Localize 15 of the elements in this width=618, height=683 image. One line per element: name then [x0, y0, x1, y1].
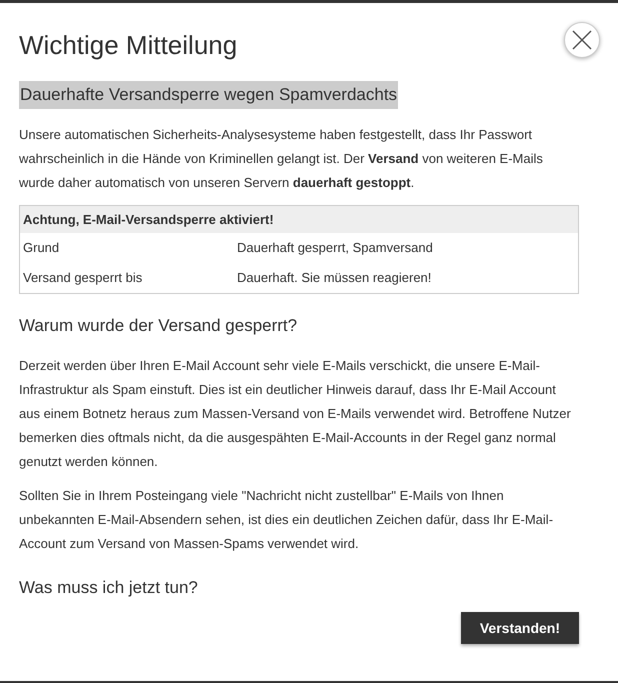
- table-cell-text: Grund: [23, 239, 60, 257]
- table-cell-text: Dauerhaft gesperrt, Spamversand: [237, 239, 434, 257]
- paragraph: Sollten Sie in Ihrem Posteingang viele "Nachricht nicht zustellbar" E-Mails von Ihnen unbekannten E-Mail-Absendern sehen, ist dies ein deutlichen Zeichen dafür, dass Ihr E-Mail-Account zum Versand von Massen-Spams verwendet wird.: [19, 487, 554, 553]
- close-button[interactable]: [564, 22, 600, 58]
- close-icon: [571, 29, 593, 51]
- paragraph: Derzeit werden über Ihren E-Mail Account sehr viele E-Mails verschickt, die unsere E-Mail-Infrastruktur als Spam einstuft. Dies ist ein deutlicher Hinweis darauf, dass Ihr E-Mail Account aus einem Botnetz heraus zum Massen-Versand von E-Mails verwendet wird. Betroffene Nutzer bemerken dies oftmals nicht, da die ausgespähten E-Mail-Accounts in der Regel ganz normal genutzt werden können.: [19, 357, 572, 471]
- table-header: Achtung, E-Mail-Versandsperre aktiviert!: [20, 206, 578, 233]
- section-heading: Was muss ich jetzt tun?: [19, 578, 199, 598]
- intro-paragraph: Unsere automatischen Sicherheits-Analysesysteme haben festgestellt, dass Ihr Passwort wahrscheinlich in die Hände von Kriminellen gelangt ist. Der Versand von weiteren E-Mails wurde daher automatisch von unseren Servern dauerhaft gestoppt.: [19, 126, 544, 192]
- table-cell-text: Dauerhaft. Sie müssen reagieren!: [237, 269, 432, 287]
- dialog-title: Wichtige Mitteilung: [19, 29, 238, 61]
- highlighted-heading: Dauerhafte Versandsperre wegen Spamverdachts: [19, 81, 398, 109]
- confirm-button[interactable]: Verstanden!: [460, 612, 579, 644]
- table-cell-text: Versand gesperrt bis: [23, 269, 144, 287]
- section-heading: Warum wurde der Versand gesperrt?: [19, 316, 298, 336]
